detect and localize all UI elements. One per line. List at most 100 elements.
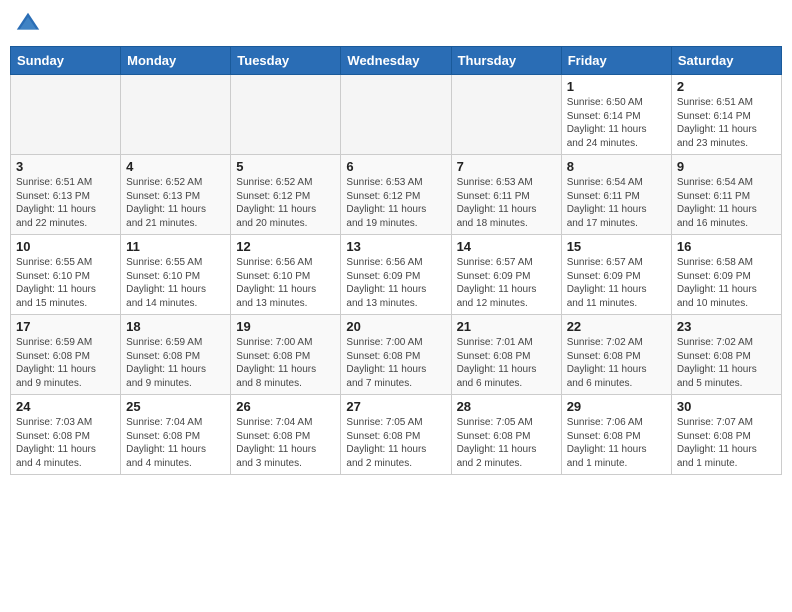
calendar-day-cell: 5 Sunrise: 6:52 AM Sunset: 6:12 PM Daylig… [231, 155, 341, 235]
day-info: Sunrise: 6:58 AM Sunset: 6:09 PM Dayligh… [677, 256, 776, 310]
calendar-day-cell [341, 75, 451, 155]
day-info: Sunrise: 7:02 AM Sunset: 6:08 PM Dayligh… [567, 336, 666, 390]
weekday-header: Wednesday [341, 47, 451, 75]
day-number: 6 [346, 159, 445, 174]
calendar-day-cell: 15 Sunrise: 6:57 AM Sunset: 6:09 PM Dayli… [561, 235, 671, 315]
calendar-day-cell: 29 Sunrise: 7:06 AM Sunset: 6:08 PM Dayli… [561, 395, 671, 475]
calendar-day-cell: 26 Sunrise: 7:04 AM Sunset: 6:08 PM Dayli… [231, 395, 341, 475]
day-number: 17 [16, 319, 115, 334]
calendar-week-row: 24 Sunrise: 7:03 AM Sunset: 6:08 PM Dayli… [11, 395, 782, 475]
calendar-day-cell: 7Sunrise: 6:53 AM Sunset: 6:11 PM Daylig… [451, 155, 561, 235]
day-info: Sunrise: 6:51 AM Sunset: 6:14 PM Dayligh… [677, 96, 776, 150]
day-number: 23 [677, 319, 776, 334]
day-info: Sunrise: 6:52 AM Sunset: 6:12 PM Dayligh… [236, 176, 335, 230]
calendar-day-cell: 28Sunrise: 7:05 AM Sunset: 6:08 PM Dayli… [451, 395, 561, 475]
day-info: Sunrise: 7:06 AM Sunset: 6:08 PM Dayligh… [567, 416, 666, 470]
calendar-day-cell [451, 75, 561, 155]
day-info: Sunrise: 6:53 AM Sunset: 6:11 PM Dayligh… [457, 176, 556, 230]
day-info: Sunrise: 7:04 AM Sunset: 6:08 PM Dayligh… [236, 416, 335, 470]
calendar-day-cell: 25Sunrise: 7:04 AM Sunset: 6:08 PM Dayli… [121, 395, 231, 475]
day-number: 27 [346, 399, 445, 414]
calendar-day-cell: 16 Sunrise: 6:58 AM Sunset: 6:09 PM Dayli… [671, 235, 781, 315]
day-info: Sunrise: 7:05 AM Sunset: 6:08 PM Dayligh… [346, 416, 445, 470]
day-number: 26 [236, 399, 335, 414]
day-number: 12 [236, 239, 335, 254]
calendar-day-cell: 11 Sunrise: 6:55 AM Sunset: 6:10 PM Dayli… [121, 235, 231, 315]
calendar-day-cell: 12 Sunrise: 6:56 AM Sunset: 6:10 PM Dayli… [231, 235, 341, 315]
day-info: Sunrise: 6:56 AM Sunset: 6:10 PM Dayligh… [236, 256, 335, 310]
day-info: Sunrise: 6:51 AM Sunset: 6:13 PM Dayligh… [16, 176, 115, 230]
calendar-day-cell: 1 Sunrise: 6:50 AM Sunset: 6:14 PM Daylig… [561, 75, 671, 155]
weekday-header: Thursday [451, 47, 561, 75]
weekday-header: Saturday [671, 47, 781, 75]
calendar-day-cell: 24 Sunrise: 7:03 AM Sunset: 6:08 PM Dayli… [11, 395, 121, 475]
day-info: Sunrise: 6:54 AM Sunset: 6:11 PM Dayligh… [567, 176, 666, 230]
day-info: Sunrise: 6:56 AM Sunset: 6:09 PM Dayligh… [346, 256, 445, 310]
calendar-day-cell [231, 75, 341, 155]
weekday-header: Sunday [11, 47, 121, 75]
day-number: 13 [346, 239, 445, 254]
day-info: Sunrise: 6:57 AM Sunset: 6:09 PM Dayligh… [567, 256, 666, 310]
calendar-day-cell: 6 Sunrise: 6:53 AM Sunset: 6:12 PM Daylig… [341, 155, 451, 235]
day-number: 8 [567, 159, 666, 174]
day-info: Sunrise: 7:01 AM Sunset: 6:08 PM Dayligh… [457, 336, 556, 390]
day-number: 22 [567, 319, 666, 334]
day-number: 28 [457, 399, 556, 414]
calendar-day-cell: 3 Sunrise: 6:51 AM Sunset: 6:13 PM Daylig… [11, 155, 121, 235]
calendar-day-cell: 21 Sunrise: 7:01 AM Sunset: 6:08 PM Dayli… [451, 315, 561, 395]
day-number: 4 [126, 159, 225, 174]
day-number: 24 [16, 399, 115, 414]
day-number: 15 [567, 239, 666, 254]
calendar-day-cell: 30 Sunrise: 7:07 AM Sunset: 6:08 PM Dayli… [671, 395, 781, 475]
day-info: Sunrise: 7:02 AM Sunset: 6:08 PM Dayligh… [677, 336, 776, 390]
day-info: Sunrise: 6:54 AM Sunset: 6:11 PM Dayligh… [677, 176, 776, 230]
calendar-day-cell: 19Sunrise: 7:00 AM Sunset: 6:08 PM Dayli… [231, 315, 341, 395]
calendar-day-cell: 8 Sunrise: 6:54 AM Sunset: 6:11 PM Daylig… [561, 155, 671, 235]
day-number: 21 [457, 319, 556, 334]
logo [14, 10, 46, 38]
day-number: 18 [126, 319, 225, 334]
day-number: 30 [677, 399, 776, 414]
day-number: 19 [236, 319, 335, 334]
day-info: Sunrise: 6:55 AM Sunset: 6:10 PM Dayligh… [126, 256, 225, 310]
day-number: 2 [677, 79, 776, 94]
calendar-day-cell: 10 Sunrise: 6:55 AM Sunset: 6:10 PM Dayli… [11, 235, 121, 315]
calendar-day-cell: 27 Sunrise: 7:05 AM Sunset: 6:08 PM Dayli… [341, 395, 451, 475]
day-number: 14 [457, 239, 556, 254]
calendar-week-row: 10 Sunrise: 6:55 AM Sunset: 6:10 PM Dayli… [11, 235, 782, 315]
day-info: Sunrise: 6:55 AM Sunset: 6:10 PM Dayligh… [16, 256, 115, 310]
day-info: Sunrise: 7:00 AM Sunset: 6:08 PM Dayligh… [346, 336, 445, 390]
day-info: Sunrise: 6:57 AM Sunset: 6:09 PM Dayligh… [457, 256, 556, 310]
day-info: Sunrise: 7:04 AM Sunset: 6:08 PM Dayligh… [126, 416, 225, 470]
day-number: 29 [567, 399, 666, 414]
day-number: 10 [16, 239, 115, 254]
calendar-week-row: 3 Sunrise: 6:51 AM Sunset: 6:13 PM Daylig… [11, 155, 782, 235]
calendar-day-cell: 22 Sunrise: 7:02 AM Sunset: 6:08 PM Dayli… [561, 315, 671, 395]
calendar-day-cell: 17 Sunrise: 6:59 AM Sunset: 6:08 PM Dayli… [11, 315, 121, 395]
calendar-header-row: SundayMondayTuesdayWednesdayThursdayFrid… [11, 47, 782, 75]
calendar-day-cell: 18 Sunrise: 6:59 AM Sunset: 6:08 PM Dayli… [121, 315, 231, 395]
weekday-header: Monday [121, 47, 231, 75]
day-info: Sunrise: 6:50 AM Sunset: 6:14 PM Dayligh… [567, 96, 666, 150]
logo-icon [14, 10, 42, 38]
calendar-day-cell: 14 Sunrise: 6:57 AM Sunset: 6:09 PM Dayli… [451, 235, 561, 315]
calendar-week-row: 1 Sunrise: 6:50 AM Sunset: 6:14 PM Daylig… [11, 75, 782, 155]
day-info: Sunrise: 6:52 AM Sunset: 6:13 PM Dayligh… [126, 176, 225, 230]
day-info: Sunrise: 6:53 AM Sunset: 6:12 PM Dayligh… [346, 176, 445, 230]
calendar-day-cell [121, 75, 231, 155]
day-info: Sunrise: 6:59 AM Sunset: 6:08 PM Dayligh… [16, 336, 115, 390]
day-number: 16 [677, 239, 776, 254]
page-header [10, 10, 782, 38]
day-info: Sunrise: 6:59 AM Sunset: 6:08 PM Dayligh… [126, 336, 225, 390]
day-number: 5 [236, 159, 335, 174]
calendar-day-cell: 23 Sunrise: 7:02 AM Sunset: 6:08 PM Dayli… [671, 315, 781, 395]
day-number: 1 [567, 79, 666, 94]
day-number: 11 [126, 239, 225, 254]
day-number: 3 [16, 159, 115, 174]
day-info: Sunrise: 7:03 AM Sunset: 6:08 PM Dayligh… [16, 416, 115, 470]
day-info: Sunrise: 7:07 AM Sunset: 6:08 PM Dayligh… [677, 416, 776, 470]
calendar-day-cell: 4 Sunrise: 6:52 AM Sunset: 6:13 PM Daylig… [121, 155, 231, 235]
day-number: 9 [677, 159, 776, 174]
weekday-header: Tuesday [231, 47, 341, 75]
calendar-day-cell [11, 75, 121, 155]
